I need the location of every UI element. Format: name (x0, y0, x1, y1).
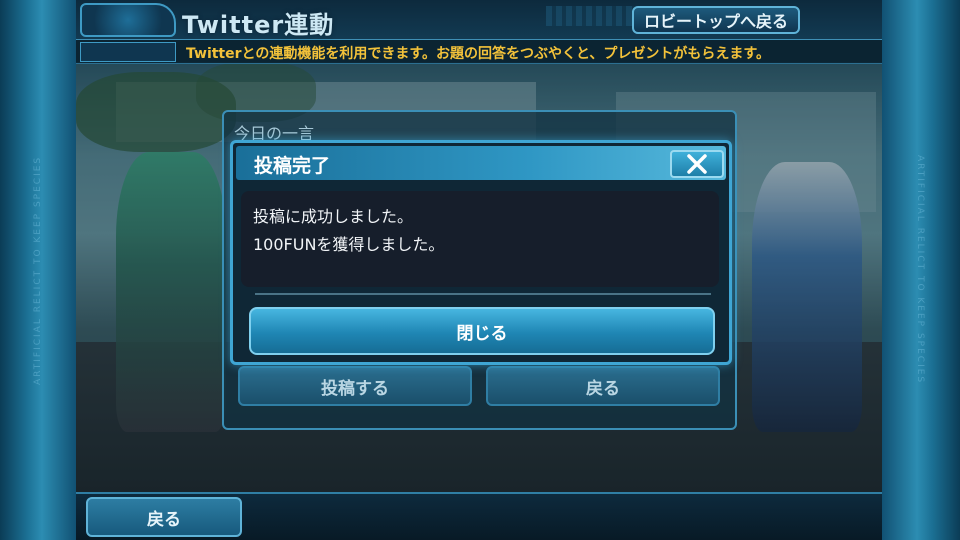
description-text: Twitterとの連動機能を利用できます。お題の回答をつぶやくと、プレゼントがも… (186, 46, 771, 62)
message-line: 100FUNを獲得しました。 (253, 235, 445, 254)
dialog-close-button[interactable] (670, 150, 724, 178)
post-complete-dialog: 投稿完了 投稿に成功しました。 100FUNを獲得しました。 閉じる (230, 140, 732, 365)
right-side-frame: ARTIFICIAL RELICT TO KEEP SPECIES (882, 0, 960, 540)
dialog-title: 投稿完了 (254, 155, 331, 177)
dialog-message-box: 投稿に成功しました。 100FUNを獲得しました。 (241, 191, 719, 287)
lobby-top-button[interactable]: ロビートップへ戻る (632, 6, 800, 34)
left-side-frame: ARTIFICIAL RELICT TO KEEP SPECIES (0, 0, 76, 540)
post-button[interactable]: 投稿する (238, 366, 472, 406)
description-bar: Twitterとの連動機能を利用できます。お題の回答をつぶやくと、プレゼントがも… (76, 40, 882, 64)
close-icon (687, 154, 707, 174)
message-line: 投稿に成功しました。 (253, 207, 414, 226)
page-title: Twitter連動 (182, 11, 335, 39)
divider (255, 293, 711, 295)
mini-logo-icon (80, 42, 176, 62)
emblem-icon (80, 3, 176, 37)
dialog-header: 投稿完了 (236, 146, 726, 180)
screen: ARTIFICIAL RELICT TO KEEP SPECIES ARTIFI… (0, 0, 960, 540)
dialog-close-text-button[interactable]: 閉じる (249, 307, 715, 355)
footer-back-button[interactable]: 戻る (86, 497, 242, 537)
panel-back-button[interactable]: 戻る (486, 366, 720, 406)
